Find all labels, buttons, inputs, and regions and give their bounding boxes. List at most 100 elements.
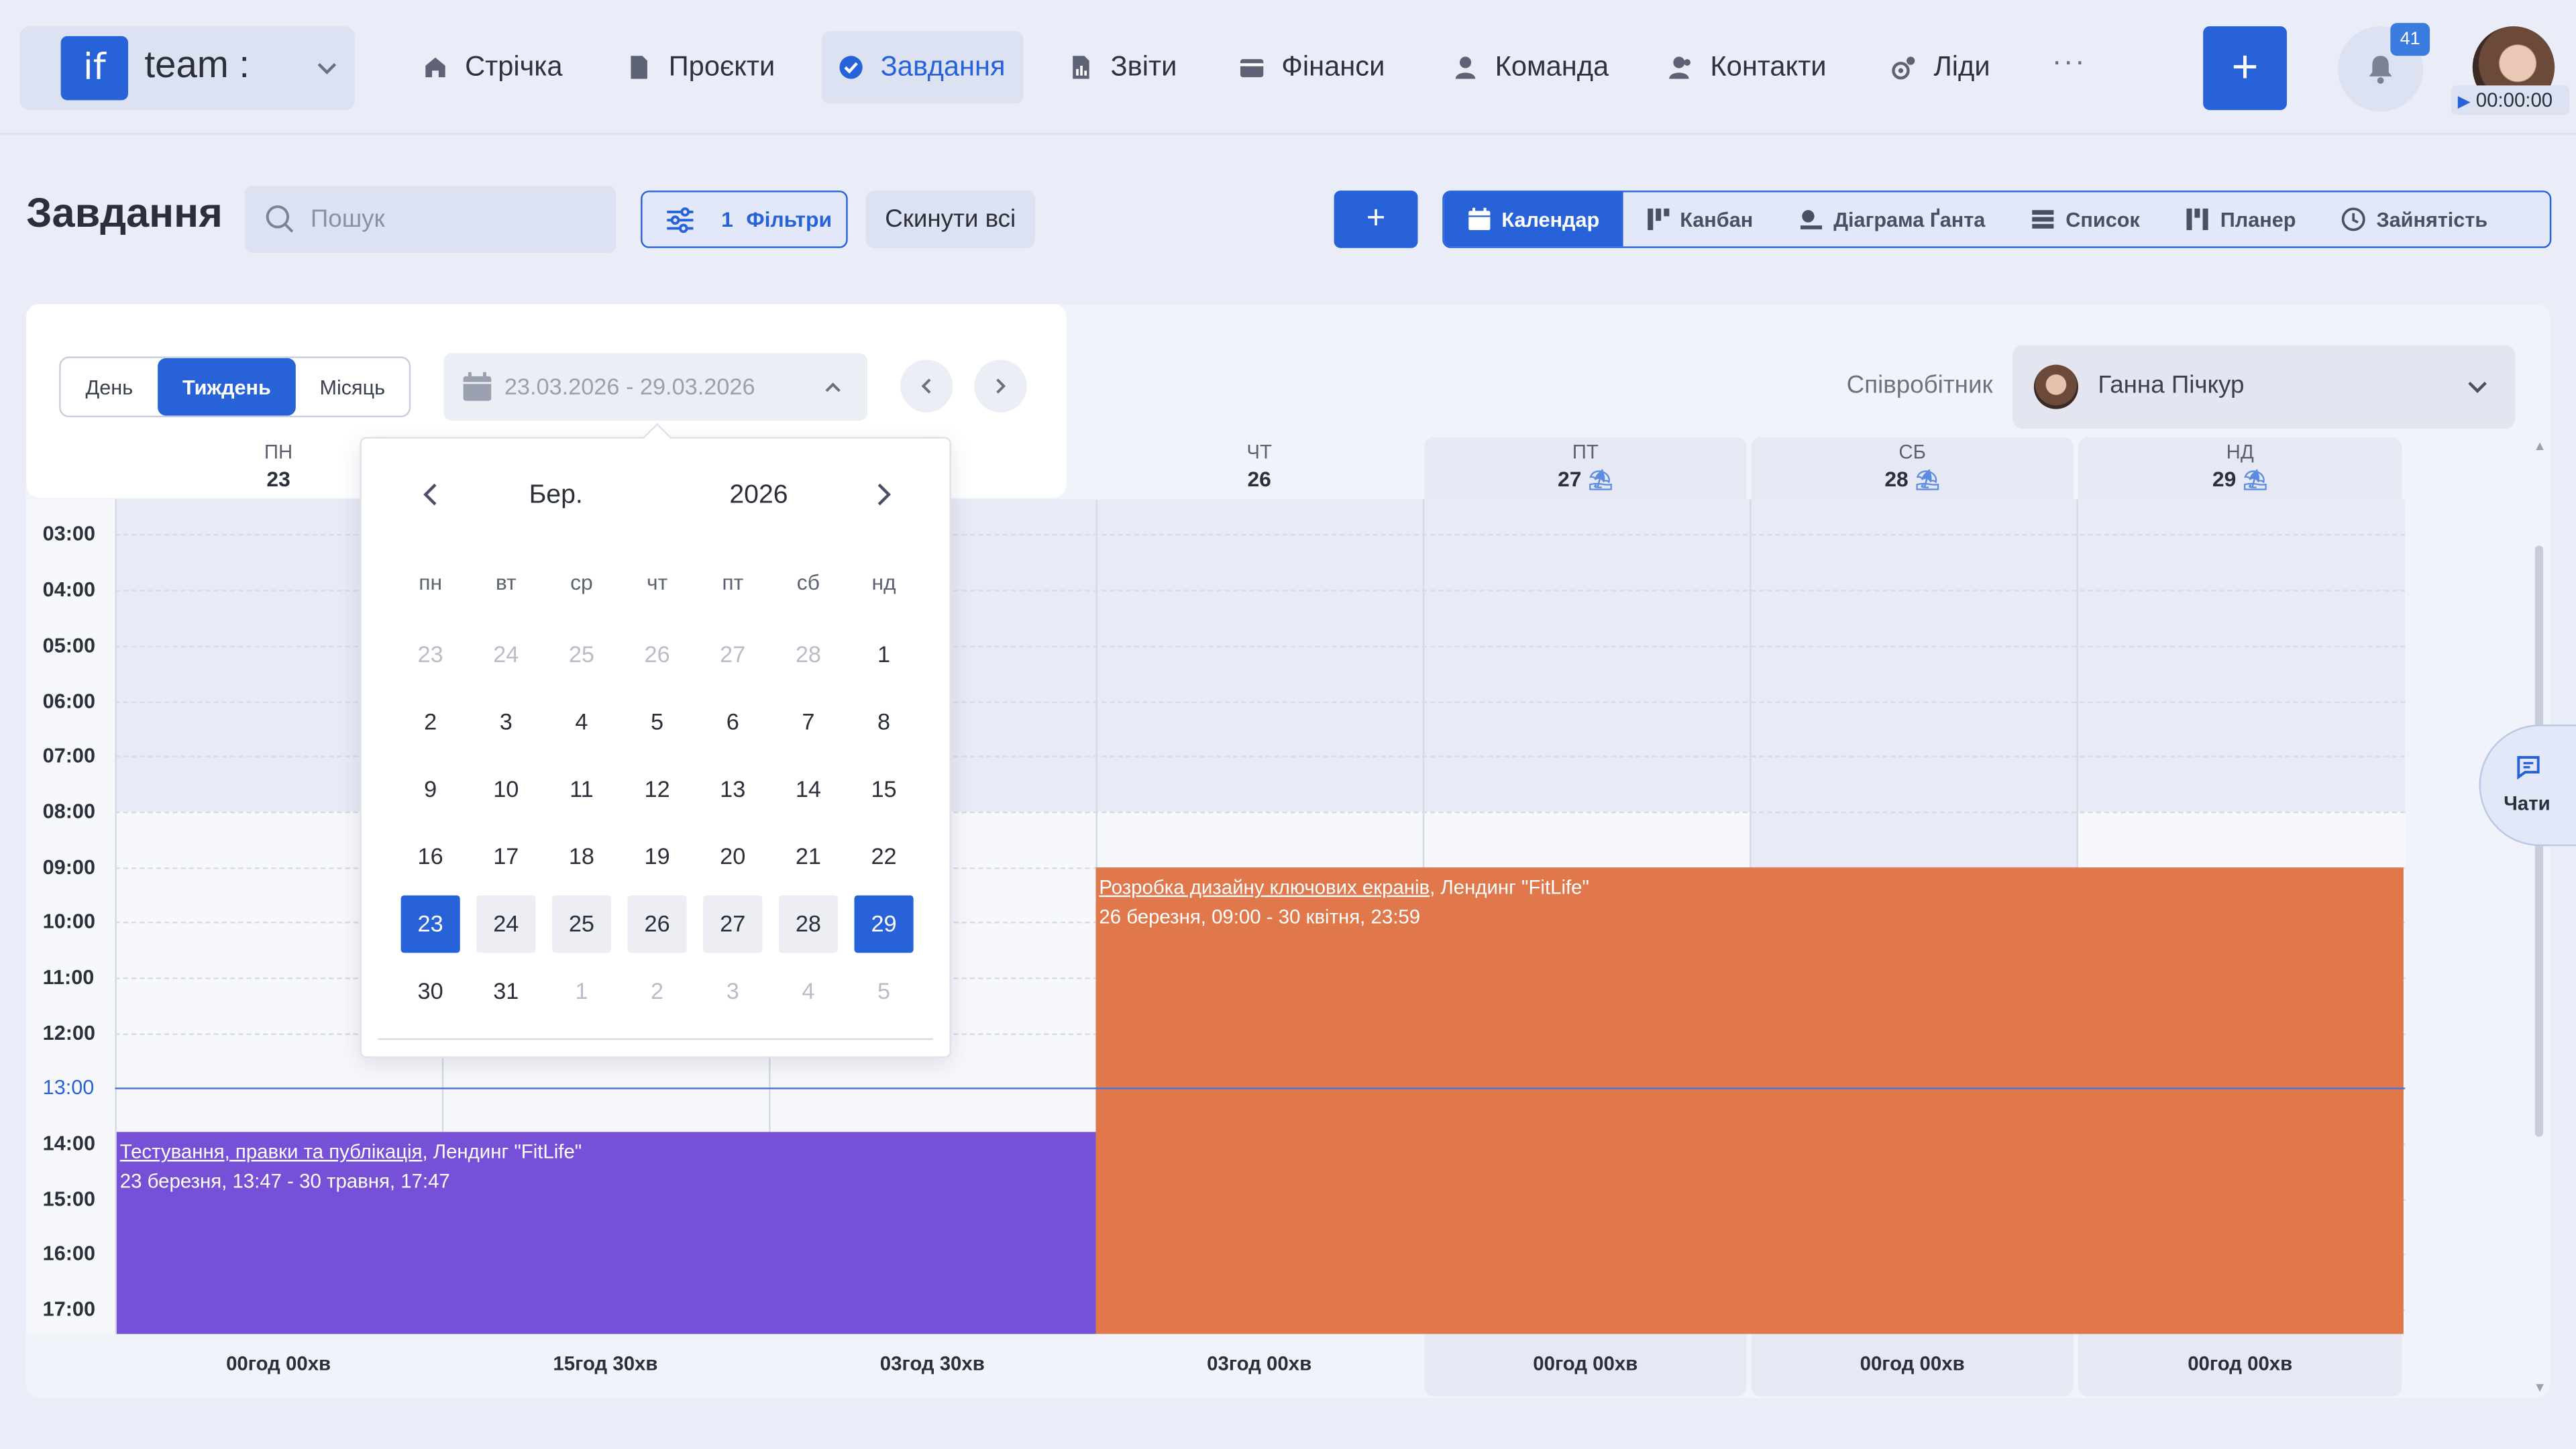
calendar-day[interactable]: 1: [854, 626, 913, 684]
calendar-day[interactable]: 5: [854, 963, 913, 1020]
calendar-day[interactable]: 4: [552, 693, 611, 751]
calendar-day[interactable]: 6: [703, 693, 762, 751]
reset-filters-button[interactable]: Скинути всі: [865, 191, 1035, 248]
task-event[interactable]: Тестування, правки та публікація, Лендин…: [116, 1132, 1096, 1334]
task-project: , Лендинг "FitLife": [422, 1140, 582, 1163]
calendar-day[interactable]: 2: [401, 693, 460, 751]
calendar-day[interactable]: 20: [703, 828, 762, 885]
calendar-day[interactable]: 25: [552, 626, 611, 684]
calendar-day[interactable]: 31: [476, 963, 535, 1020]
date-range-picker[interactable]: 23.03.2026 - 29.03.2026: [443, 353, 868, 421]
calendar-day[interactable]: 7: [779, 693, 838, 751]
calendar-day[interactable]: 24: [476, 626, 535, 684]
chevron-right-icon[interactable]: [869, 482, 896, 508]
nav-item-feed[interactable]: Стрічка: [406, 32, 579, 104]
calendar-day[interactable]: 17: [476, 828, 535, 885]
range-tab-week[interactable]: Тиждень: [158, 358, 296, 416]
check-circle-icon: [839, 56, 863, 79]
calendar-day[interactable]: 30: [401, 963, 460, 1020]
filters-button[interactable]: 1 Фільтри: [641, 191, 848, 248]
calendar-day[interactable]: 27: [703, 626, 762, 684]
calendar-day[interactable]: 16: [401, 828, 460, 885]
time-label: 14:00: [42, 1132, 96, 1155]
calendar-day[interactable]: 23: [401, 626, 460, 684]
task-title-link[interactable]: Тестування, правки та публікація: [120, 1140, 423, 1163]
calendar-day-in-range[interactable]: 25: [551, 895, 612, 953]
add-task-button[interactable]: +: [1334, 191, 1418, 248]
prev-week-button[interactable]: [900, 360, 953, 413]
view-gantt[interactable]: Діаграма Ґанта: [1776, 193, 2008, 247]
calendar-day[interactable]: 4: [779, 963, 838, 1020]
calendar-day[interactable]: 19: [628, 828, 687, 885]
calendar-day[interactable]: 15: [854, 761, 913, 818]
range-switcher: День Тиждень Місяць: [59, 356, 411, 418]
chevron-left-icon[interactable]: [419, 482, 445, 508]
current-time-line: [115, 1087, 2406, 1089]
view-kanban[interactable]: Канбан: [1623, 193, 1776, 247]
more-menu-icon[interactable]: ···: [2052, 44, 2086, 78]
datepicker-month[interactable]: Бер.: [529, 482, 583, 511]
search-input[interactable]: [310, 185, 606, 254]
view-calendar[interactable]: Календар: [1444, 192, 1623, 247]
calendar-day[interactable]: 10: [476, 761, 535, 818]
contacts-icon: [1669, 56, 1691, 79]
scroll-up-icon[interactable]: ▲: [2533, 439, 2546, 453]
calendar-day[interactable]: 2: [628, 963, 687, 1020]
calendar-day-in-range[interactable]: 24: [476, 895, 536, 953]
chat-icon: [2517, 756, 2540, 780]
search-box[interactable]: [244, 185, 616, 254]
weekday-label: сб: [796, 570, 820, 595]
scroll-down-icon[interactable]: ▼: [2533, 1380, 2546, 1395]
employee-select[interactable]: Ганна Пічкур: [2012, 345, 2516, 429]
nav-item-reports[interactable]: Звіти: [1051, 32, 1193, 104]
weekday-label: нд: [871, 570, 896, 595]
kanban-icon: [1647, 208, 1669, 231]
range-tab-month[interactable]: Місяць: [296, 358, 409, 416]
calendar-day-in-range[interactable]: 28: [778, 895, 838, 953]
workspace-switcher[interactable]: if team :: [19, 26, 355, 111]
time-label: 04:00: [42, 578, 96, 602]
nav-item-contacts[interactable]: Контакти: [1651, 32, 1843, 104]
next-week-button[interactable]: [974, 360, 1027, 413]
calendar-day[interactable]: 12: [628, 761, 687, 818]
calendar-day-selected-start[interactable]: 23: [400, 895, 460, 953]
employee-label: Співробітник: [1846, 371, 1993, 400]
calendar-day-in-range[interactable]: 27: [703, 895, 763, 953]
calendar-day[interactable]: 26: [628, 626, 687, 684]
create-button[interactable]: +: [2203, 26, 2288, 111]
nav-item-team[interactable]: Команда: [1436, 32, 1625, 104]
calendar-day[interactable]: 5: [628, 693, 687, 751]
calendar-day[interactable]: 13: [703, 761, 762, 818]
calendar-day[interactable]: 3: [703, 963, 762, 1020]
datepicker-year[interactable]: 2026: [729, 482, 788, 511]
view-list[interactable]: Список: [2008, 193, 2163, 247]
calendar-day[interactable]: 3: [476, 693, 535, 751]
calendar-day-in-range[interactable]: 26: [627, 895, 687, 953]
view-workload[interactable]: Зайнятість: [2319, 193, 2511, 247]
calendar-day[interactable]: 21: [779, 828, 838, 885]
view-planner[interactable]: Планер: [2163, 193, 2319, 247]
task-project: , Лендинг "FitLife": [1430, 875, 1589, 899]
nav-item-finance[interactable]: Фінанси: [1222, 32, 1401, 104]
view-label: Канбан: [1680, 207, 1754, 231]
calendar-day[interactable]: 14: [779, 761, 838, 818]
calendar-day[interactable]: 11: [552, 761, 611, 818]
time-label: 16:00: [42, 1242, 96, 1265]
report-icon: [1073, 56, 1089, 79]
calendar-day-selected-end[interactable]: 29: [854, 895, 914, 953]
calendar-day[interactable]: 22: [854, 828, 913, 885]
day-name: НД: [2226, 440, 2254, 464]
nav-item-tasks[interactable]: Завдання: [821, 31, 1024, 104]
calendar-day[interactable]: 18: [552, 828, 611, 885]
range-tab-day[interactable]: День: [61, 358, 158, 416]
calendar-day[interactable]: 8: [854, 693, 913, 751]
calendar-day[interactable]: 28: [779, 626, 838, 684]
task-event[interactable]: Розробка дизайну ключових екранів, Ленди…: [1095, 867, 2404, 1334]
nav-item-projects[interactable]: Проєкти: [610, 32, 792, 104]
chevron-down-icon: [317, 62, 337, 74]
calendar-day[interactable]: 1: [552, 963, 611, 1020]
nav-item-leads[interactable]: Ліди: [1874, 32, 2006, 104]
time-tracker[interactable]: ▶ 00:00:00: [2451, 85, 2570, 115]
task-title-link[interactable]: Розробка дизайну ключових екранів: [1099, 875, 1430, 898]
calendar-day[interactable]: 9: [401, 761, 460, 818]
